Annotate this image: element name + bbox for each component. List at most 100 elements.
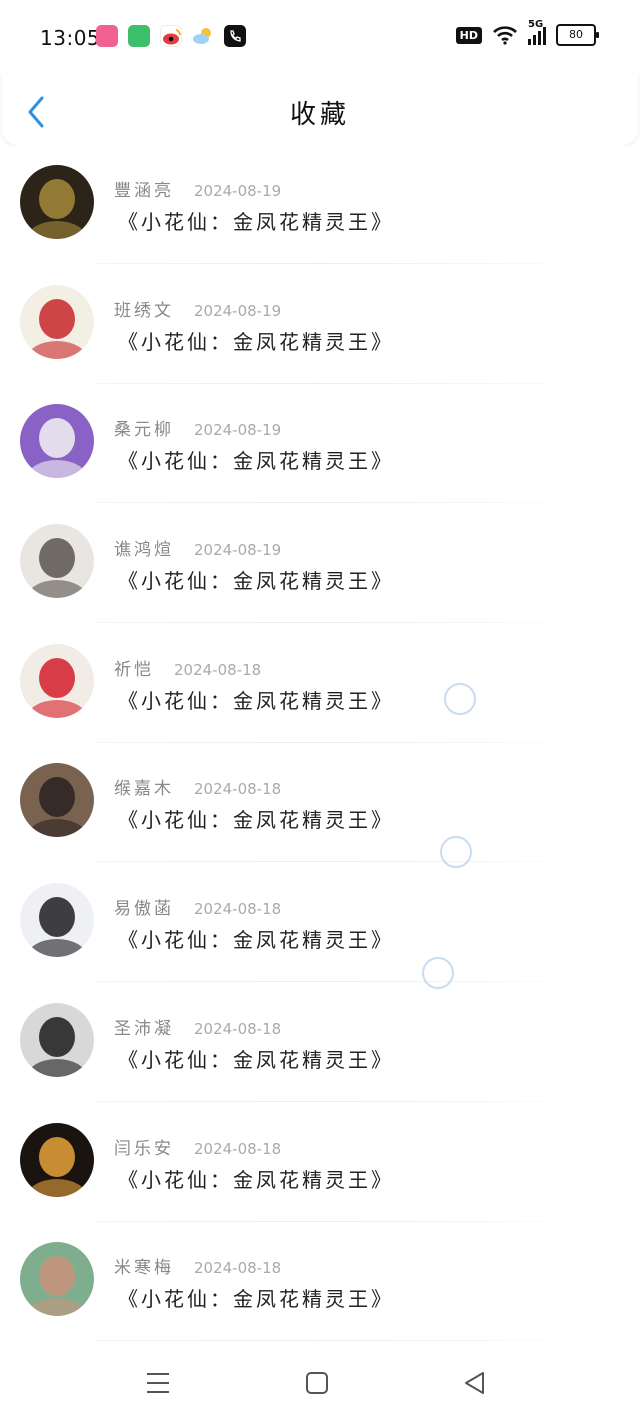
favorite-date: 2024-08-18 <box>194 780 282 799</box>
divider <box>96 1100 546 1102</box>
green-app-icon <box>128 25 150 47</box>
avatar-image <box>20 1242 94 1317</box>
home-button[interactable] <box>302 1368 332 1398</box>
divider <box>96 741 546 743</box>
favorite-date: 2024-08-19 <box>194 421 282 440</box>
favorite-title: 《小花仙：金凤花精灵王》 <box>118 210 394 234</box>
system-back-button[interactable] <box>460 1368 490 1398</box>
divider <box>96 1340 546 1342</box>
avatar-image <box>20 1002 94 1077</box>
user-name: 易傲菡 <box>114 899 174 920</box>
avatar[interactable] <box>20 1002 94 1077</box>
avatar[interactable] <box>20 643 94 718</box>
favorite-title: 《小花仙：金凤花精灵王》 <box>118 1047 394 1072</box>
bilibili-app-icon <box>96 25 118 47</box>
favorite-title: 《小花仙：金凤花精灵王》 <box>118 808 394 833</box>
user-name: 桑元柳 <box>114 420 174 441</box>
divider <box>96 861 546 863</box>
favorite-list-item[interactable]: 班绣文 2024-08-19 《小花仙：金凤花精灵王》 <box>0 270 640 390</box>
avatar[interactable] <box>20 1122 94 1197</box>
status-time: 13:05 <box>40 26 101 50</box>
user-name: 圣沛凝 <box>114 1018 174 1039</box>
wifi-icon <box>493 26 517 45</box>
favorite-title: 《小花仙：金凤花精灵王》 <box>118 688 394 713</box>
menu-icon <box>147 1373 169 1393</box>
phone-app-icon <box>224 25 246 47</box>
favorite-list-item[interactable]: 祈恺 2024-08-18 《小花仙：金凤花精灵王》 <box>0 629 640 749</box>
avatar[interactable] <box>20 165 94 239</box>
system-navigation-bar <box>0 1346 640 1422</box>
avatar-image <box>20 763 94 838</box>
avatar[interactable] <box>20 1242 94 1317</box>
favorite-date: 2024-08-18 <box>174 660 262 679</box>
avatar-image <box>20 643 94 718</box>
favorite-list-item[interactable]: 圣沛凝 2024-08-18 《小花仙：金凤花精灵王》 <box>0 988 640 1108</box>
favorite-meta: 缑嘉木 2024-08-18 <box>114 774 281 799</box>
notification-app-icons <box>96 25 246 47</box>
favorite-meta: 谯鸿煊 2024-08-19 <box>114 535 281 560</box>
favorite-date: 2024-08-19 <box>194 182 282 200</box>
hd-badge: HD <box>455 26 482 44</box>
avatar[interactable] <box>20 883 94 958</box>
favorite-title: 《小花仙：金凤花精灵王》 <box>118 569 394 594</box>
network-type-label: 5G <box>528 19 544 30</box>
home-icon <box>306 1372 328 1394</box>
favorite-meta: 桑元柳 2024-08-19 <box>114 415 281 440</box>
system-status-icons: HD 5G 80 <box>455 19 599 46</box>
avatar-image <box>20 524 94 599</box>
divider <box>96 263 546 264</box>
favorite-date: 2024-08-18 <box>194 900 282 919</box>
user-name: 豐涵亮 <box>114 181 174 201</box>
divider <box>96 382 546 384</box>
favorite-title: 《小花仙：金凤花精灵王》 <box>118 928 394 953</box>
favorite-meta: 祈恺 2024-08-18 <box>114 655 261 680</box>
favorite-meta: 闫乐安 2024-08-18 <box>114 1134 281 1159</box>
favorite-title: 《小花仙：金凤花精灵王》 <box>118 1167 394 1192</box>
top-app-bar: 收藏 <box>2 74 638 146</box>
avatar[interactable] <box>20 284 94 359</box>
favorite-title: 《小花仙：金凤花精灵王》 <box>118 1287 394 1312</box>
signal-strength-icon: 5G <box>528 19 546 45</box>
favorite-title: 《小花仙：金凤花精灵王》 <box>118 329 394 354</box>
favorite-date: 2024-08-18 <box>194 1259 282 1278</box>
avatar-image <box>20 404 94 479</box>
favorite-meta: 易傲菡 2024-08-18 <box>114 894 281 919</box>
avatar[interactable] <box>20 404 94 479</box>
favorite-meta: 米寒梅 2024-08-18 <box>114 1253 281 1278</box>
favorite-list-item[interactable]: 桑元柳 2024-08-19 《小花仙：金凤花精灵王》 <box>0 389 640 509</box>
status-bar: 13:05 HD 5G 80 <box>0 0 640 74</box>
favorite-date: 2024-08-19 <box>194 301 282 320</box>
favorite-list-item[interactable]: 谯鸿煊 2024-08-19 《小花仙：金凤花精灵王》 <box>0 509 640 629</box>
avatar-image <box>20 1122 94 1197</box>
favorite-meta: 圣沛凝 2024-08-18 <box>114 1014 281 1039</box>
user-name: 闫乐安 <box>114 1138 174 1159</box>
touch-ring-indicator <box>440 836 472 868</box>
favorites-list: 豐涵亮 2024-08-19 《小花仙：金凤花精灵王》 班绣文 2024-08-19 《小… <box>0 150 640 1347</box>
weibo-app-icon <box>160 25 182 47</box>
touch-ring-indicator <box>422 957 454 989</box>
divider <box>96 502 546 504</box>
divider <box>96 1220 546 1222</box>
user-name: 米寒梅 <box>114 1258 174 1279</box>
divider <box>96 981 546 983</box>
menu-button[interactable] <box>143 1368 173 1398</box>
battery-indicator: 80 <box>556 24 599 46</box>
favorite-meta: 班绣文 2024-08-19 <box>114 296 281 321</box>
user-name: 谯鸿煊 <box>114 540 174 561</box>
avatar[interactable] <box>20 763 94 838</box>
favorite-list-item[interactable]: 米寒梅 2024-08-18 《小花仙：金凤花精灵王》 <box>0 1227 640 1347</box>
avatar[interactable] <box>20 524 94 599</box>
favorite-list-item[interactable]: 易傲菡 2024-08-18 《小花仙：金凤花精灵王》 <box>0 868 640 988</box>
favorite-date: 2024-08-18 <box>194 1019 282 1038</box>
page-title: 收藏 <box>289 100 350 130</box>
favorite-date: 2024-08-19 <box>194 541 282 560</box>
favorite-list-item[interactable]: 缑嘉木 2024-08-18 《小花仙：金凤花精灵王》 <box>0 748 640 868</box>
favorite-title: 《小花仙：金凤花精灵王》 <box>118 449 394 474</box>
favorite-list-item[interactable]: 闫乐安 2024-08-18 《小花仙：金凤花精灵王》 <box>0 1108 640 1228</box>
favorite-list-item[interactable]: 豐涵亮 2024-08-19 《小花仙：金凤花精灵王》 <box>0 150 640 270</box>
avatar-image <box>20 284 94 359</box>
back-triangle-icon <box>465 1372 484 1394</box>
favorite-meta: 豐涵亮 2024-08-19 <box>114 176 281 201</box>
avatar-image <box>20 883 94 958</box>
touch-ring-indicator <box>444 683 476 715</box>
